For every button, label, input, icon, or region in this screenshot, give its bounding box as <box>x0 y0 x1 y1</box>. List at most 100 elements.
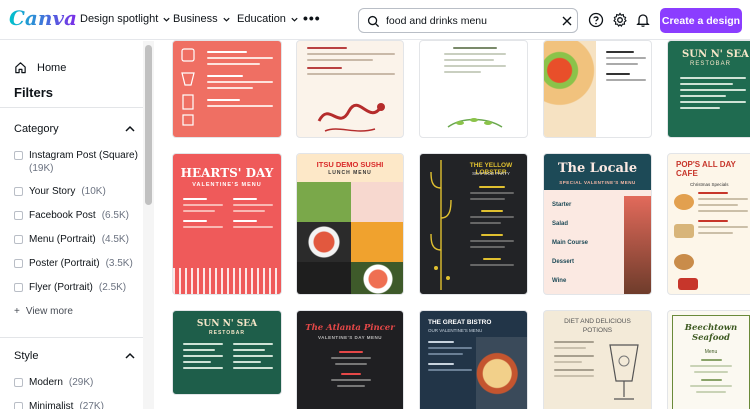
gear-icon[interactable] <box>612 12 628 28</box>
template-title: ITSU DEMO SUSHI <box>316 160 384 169</box>
template-card[interactable]: HEARTS' DAY VALENTINE'S MENU <box>172 153 282 295</box>
checkbox[interactable] <box>14 235 23 244</box>
template-card[interactable]: SUN N' SEA RESTOBAR <box>172 310 282 395</box>
menu-text-lines <box>470 186 514 270</box>
template-card[interactable] <box>296 40 404 138</box>
food-sketch <box>674 224 694 238</box>
leaf-garnish <box>447 118 503 128</box>
template-subtitle: OUR VALENTINE'S MENU <box>428 328 483 333</box>
nav-education[interactable]: Education <box>237 13 299 25</box>
menu-text-lines <box>554 341 594 381</box>
create-design-button[interactable]: Create a design <box>660 8 742 33</box>
menu-text-lines <box>183 343 223 373</box>
option-count: (4.5K) <box>101 234 129 245</box>
nav-design-spotlight[interactable]: Design spotlight <box>80 13 171 25</box>
home-label: Home <box>37 61 67 74</box>
help-icon[interactable] <box>588 12 604 28</box>
option-count: (19K) <box>29 163 54 174</box>
template-title: DIET AND DELICIOUS POTIONS <box>564 318 631 334</box>
menu-text-lines <box>207 51 273 111</box>
view-more-link[interactable]: + View more <box>14 306 73 317</box>
template-card[interactable]: Beechtown Seafood Menu <box>667 310 750 409</box>
search-input[interactable] <box>386 13 556 29</box>
color-block <box>351 222 403 262</box>
style-heading: Style <box>14 350 39 362</box>
close-icon[interactable] <box>561 15 573 27</box>
chevron-down-icon <box>163 17 170 22</box>
filter-option-poster-portrait[interactable]: Poster (Portrait) (3.5K) <box>14 257 133 270</box>
checkbox[interactable] <box>14 402 23 409</box>
filter-option-minimalist[interactable]: Minimalist (27K) <box>14 400 104 409</box>
dish-photo <box>624 196 651 294</box>
nav-business[interactable]: Business <box>173 13 231 25</box>
template-card[interactable]: POP'S ALL DAY CAFE Christmas Specials <box>667 153 750 295</box>
filter-option-facebook-post[interactable]: Facebook Post (6.5K) <box>14 209 129 222</box>
filter-option-your-story[interactable]: Your Story (10K) <box>14 185 106 198</box>
sidebar-item-home[interactable]: Home <box>14 61 66 74</box>
menu-text-lines <box>307 47 395 79</box>
divider <box>0 337 143 338</box>
checkbox[interactable] <box>14 283 23 292</box>
option-count: (2.5K) <box>98 282 127 293</box>
template-subtitle: Menu <box>704 349 718 355</box>
menu-text-lines <box>233 198 273 232</box>
drink-icons <box>179 47 197 127</box>
filter-option-menu-portrait[interactable]: Menu (Portrait) (4.5K) <box>14 233 129 246</box>
template-card[interactable] <box>543 40 652 138</box>
checkbox[interactable] <box>14 151 23 160</box>
checkbox[interactable] <box>14 211 23 220</box>
option-label: Menu (Portrait) <box>29 234 96 245</box>
filters-sidebar: Home Filters Category Instagram Post (Sq… <box>0 41 154 409</box>
course-label: Salad <box>552 221 569 227</box>
course-label: Wine <box>552 278 567 284</box>
template-subtitle: LUNCH MENU <box>328 170 372 176</box>
filter-option-instagram-post[interactable]: Instagram Post (Square) (19K) <box>14 149 138 175</box>
chevron-down-icon <box>291 17 298 22</box>
checkbox[interactable] <box>14 187 23 196</box>
filter-option-flyer-portrait[interactable]: Flyer (Portrait) (2.5K) <box>14 281 126 294</box>
template-card[interactable]: The Locale SPECIAL VALENTINE'S MENU Star… <box>543 153 652 295</box>
template-card[interactable] <box>172 40 282 138</box>
more-menu-icon[interactable]: ••• <box>303 11 321 25</box>
template-card[interactable]: THE GREAT BISTRO OUR VALENTINE'S MENU <box>419 310 528 409</box>
plus-icon: + <box>14 306 20 317</box>
nav-label: Design spotlight <box>80 13 159 25</box>
option-label: Instagram Post (Square) <box>29 150 138 161</box>
chevron-up-icon[interactable] <box>124 123 136 135</box>
checkbox[interactable] <box>14 259 23 268</box>
food-sketch <box>674 194 694 210</box>
bell-icon[interactable] <box>635 12 651 28</box>
color-block <box>297 262 351 294</box>
course-list: Starter Salad Main Course Dessert Wine <box>552 196 622 291</box>
template-card[interactable]: DIET AND DELICIOUS POTIONS <box>543 310 652 409</box>
divider <box>0 107 143 108</box>
filter-option-modern[interactable]: Modern (29K) <box>14 376 93 389</box>
option-label: Flyer (Portrait) <box>29 282 93 293</box>
template-title: The Atlanta Pincer <box>305 323 395 333</box>
course-label: Main Course <box>552 240 589 246</box>
template-card[interactable]: The Atlanta Pincer VALENTINE'S DAY MENU <box>296 310 404 409</box>
template-card[interactable]: ITSU DEMO SUSHI LUNCH MENU <box>296 153 404 295</box>
option-text: Instagram Post (Square) (19K) <box>29 149 138 175</box>
template-subtitle: SPECIAL VALENTINE'S MENU <box>559 180 636 185</box>
menu-text-lines <box>331 351 371 391</box>
template-subtitle: Christmas Specials <box>690 182 729 187</box>
option-count: (6.5K) <box>101 210 129 221</box>
menu-text-lines <box>428 341 472 375</box>
cactus-illustration <box>430 160 452 290</box>
chevron-up-icon[interactable] <box>124 350 136 362</box>
checkbox[interactable] <box>14 378 23 387</box>
food-sketch <box>674 254 694 270</box>
canva-logo[interactable]: Canva <box>9 6 77 30</box>
template-title: SUN N' SEA <box>196 319 258 329</box>
food-photo <box>544 41 596 137</box>
sidebar-scrollbar-thumb[interactable] <box>145 45 152 205</box>
color-block <box>351 182 403 222</box>
template-card[interactable] <box>419 40 528 138</box>
template-card[interactable]: THE YELLOW LOBSTER SEAFOOD PARTY <box>419 153 528 295</box>
food-sketch <box>678 278 698 290</box>
chevron-down-icon <box>223 17 230 22</box>
template-title: Beechtown Seafood <box>684 323 738 343</box>
template-card[interactable]: SUN N' SEA RESTOBAR <box>667 40 750 138</box>
search-bar <box>358 8 578 33</box>
